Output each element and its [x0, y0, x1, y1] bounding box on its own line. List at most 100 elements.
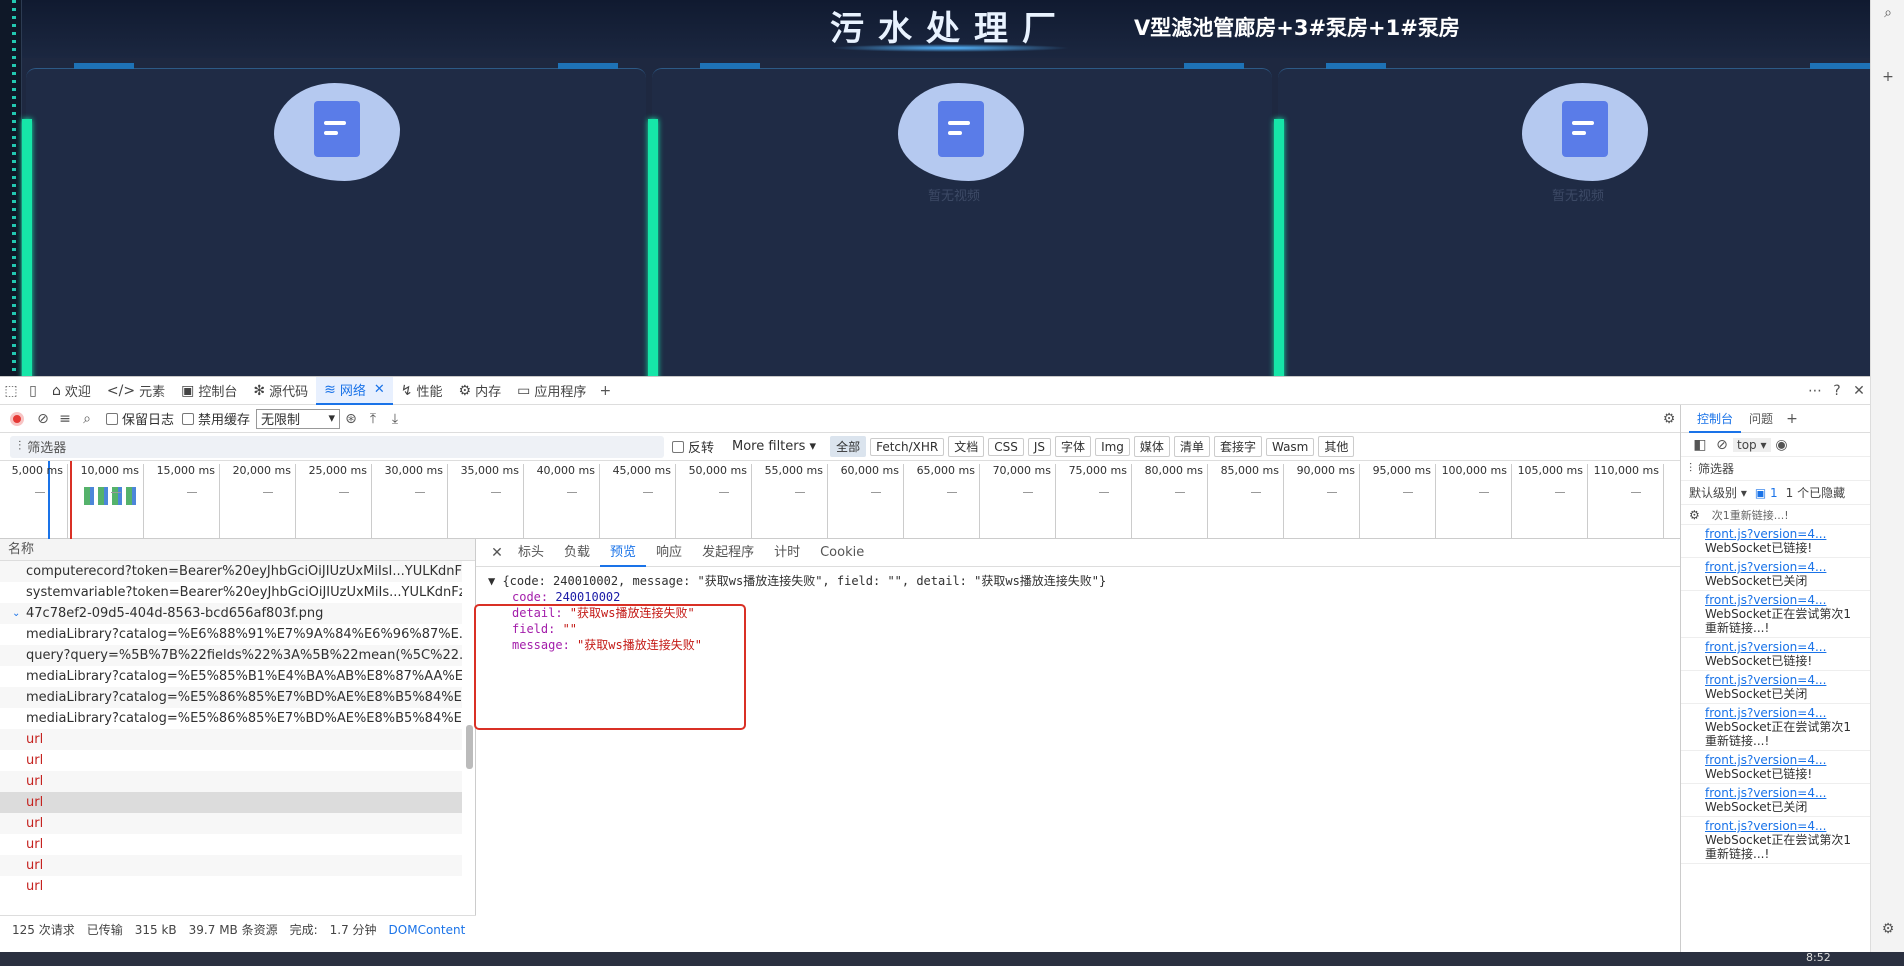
json-summary[interactable]: ▼ {code: 240010002, message: "获取ws播放连接失败… [488, 573, 1668, 589]
filter-type-other[interactable]: 其他 [1318, 436, 1355, 457]
add-icon[interactable]: + [1781, 408, 1803, 430]
add-tab-icon[interactable]: + [594, 380, 616, 402]
request-row[interactable]: url [0, 834, 462, 855]
close-icon[interactable]: ✕ [374, 382, 385, 397]
tab-preview[interactable]: 预览 [600, 539, 647, 567]
chevron-down-icon: ▾ [328, 411, 336, 426]
tab-console-drawer[interactable]: 控制台 [1689, 405, 1742, 433]
export-icon[interactable]: ⤓ [384, 408, 406, 430]
tab-headers[interactable]: 标头 [508, 539, 554, 567]
tab-network[interactable]: ≋ 网络 ✕ [316, 376, 393, 405]
context-select[interactable]: top ▾ [1733, 437, 1771, 452]
expand-arrow-icon[interactable]: ▼ [488, 574, 502, 588]
close-devtools-icon[interactable]: ✕ [1848, 380, 1870, 402]
network-timeline[interactable]: 5,000 ms 10,000 ms 15,000 ms 20,000 ms 25,00… [0, 461, 1680, 539]
request-row[interactable]: url [0, 813, 462, 834]
tab-performance[interactable]: ↯ 性能 [393, 377, 451, 405]
timeline-tick: 85,000 ms [1208, 464, 1284, 538]
request-row[interactable]: url [0, 855, 462, 876]
throttle-select[interactable]: 无限制 ▾ [256, 408, 341, 429]
source-link[interactable]: front.js?version=4... [1705, 706, 1862, 720]
filter-type-fetch[interactable]: Fetch/XHR [870, 437, 945, 456]
search-icon[interactable]: ⌕ [76, 408, 98, 430]
source-link[interactable]: front.js?version=4... [1705, 786, 1862, 800]
source-link[interactable]: front.js?version=4... [1705, 527, 1862, 541]
network-settings-icon[interactable]: ⚙ [1658, 408, 1680, 430]
request-row[interactable]: mediaLibrary?catalog=%E6%88%91%E7%9A%84%… [0, 624, 462, 645]
filter-type-media[interactable]: 媒体 [1133, 436, 1170, 457]
console-filter[interactable]: ⫶ 筛选器 [1681, 457, 1870, 481]
search-icon[interactable]: ⌕ [1877, 2, 1899, 24]
os-taskbar: 8:52 [0, 951, 1904, 966]
request-row[interactable]: url [0, 771, 462, 792]
log-level-select[interactable]: 默认级别 ▾ [1689, 484, 1747, 501]
tab-issues[interactable]: 问题 [1741, 405, 1781, 433]
filter-type-font[interactable]: 字体 [1055, 436, 1092, 457]
issues-badge[interactable]: ▣ 1 [1755, 486, 1778, 500]
source-link[interactable]: front.js?version=4... [1705, 593, 1862, 607]
settings-icon[interactable]: ⚙ [1689, 508, 1700, 522]
filter-type-doc[interactable]: 文档 [948, 436, 985, 457]
help-icon[interactable]: ? [1826, 380, 1848, 402]
filter-type-wasm[interactable]: Wasm [1265, 437, 1315, 456]
more-filters-button[interactable]: More filters ▾ [732, 439, 816, 454]
sidebar-icon[interactable]: ◧ [1689, 434, 1711, 456]
request-row[interactable]: url [0, 792, 462, 813]
clear-console-icon[interactable]: ⊘ [1711, 434, 1733, 456]
request-row[interactable]: computerecord?token=Bearer%20eyJhbGciOiJ… [0, 561, 462, 582]
tab-payload[interactable]: 负载 [554, 539, 600, 567]
source-link[interactable]: front.js?version=4... [1705, 673, 1862, 687]
request-row[interactable]: url [0, 729, 462, 750]
request-row[interactable]: url [0, 876, 462, 897]
import-icon[interactable]: ⤒ [362, 408, 384, 430]
column-header-name[interactable]: 名称 [0, 539, 475, 561]
more-icon[interactable]: ⋯ [1804, 380, 1826, 402]
console-message: front.js?version=4... WebSocket已链接! [1681, 751, 1870, 784]
expand-arrow-icon[interactable]: ⌄ [12, 603, 20, 624]
filter-type-manifest[interactable]: 清单 [1173, 436, 1210, 457]
clear-icon[interactable]: ⊘ [32, 408, 54, 430]
request-row[interactable]: query?query=%5B%7B%22fields%22%3A%5B%22m… [0, 645, 462, 666]
inspect-icon[interactable]: ⬚ [0, 380, 22, 402]
record-icon[interactable] [10, 411, 24, 426]
browser-sidebar: ⌕ + ⚙ [1870, 0, 1904, 952]
tab-elements[interactable]: </> 元素 [99, 377, 173, 405]
tab-sources[interactable]: ✻ 源代码 [245, 377, 316, 405]
request-row[interactable]: mediaLibrary?catalog=%E5%86%85%E7%BD%AE%… [0, 687, 462, 708]
request-row[interactable]: mediaLibrary?catalog=%E5%85%B1%E4%BA%AB%… [0, 666, 462, 687]
tab-cookie[interactable]: Cookie [810, 539, 874, 567]
filter-type-all[interactable]: 全部 [830, 436, 867, 457]
source-link[interactable]: front.js?version=4... [1705, 560, 1862, 574]
source-link[interactable]: front.js?version=4... [1705, 753, 1862, 767]
scrollbar[interactable] [466, 725, 473, 769]
filter-type-js[interactable]: JS [1027, 437, 1052, 456]
filter-type-css[interactable]: CSS [988, 437, 1024, 456]
source-link[interactable]: front.js?version=4... [1705, 819, 1862, 833]
request-row[interactable]: ⌄ 47c78ef2-09d5-404d-8563-bcd656af803f.pn… [0, 603, 462, 624]
invert-checkbox[interactable] [672, 440, 684, 453]
filter-type-img[interactable]: Img [1095, 437, 1130, 456]
tab-welcome[interactable]: ⌂ 欢迎 [44, 377, 99, 405]
request-row[interactable]: mediaLibrary?catalog=%E5%86%85%E7%BD%AE%… [0, 708, 462, 729]
tab-console[interactable]: ▣ 控制台 [173, 377, 245, 405]
preserve-log-checkbox[interactable] [106, 412, 118, 425]
request-row[interactable]: url [0, 750, 462, 771]
tab-memory[interactable]: ⚙ 内存 [451, 377, 510, 405]
device-toggle-icon[interactable]: ▯ [22, 380, 44, 402]
tab-application[interactable]: ▭ 应用程序 [509, 377, 594, 405]
filter-type-socket[interactable]: 套接字 [1213, 436, 1262, 457]
network-conditions-icon[interactable]: ⊛ [340, 408, 362, 430]
tab-timing[interactable]: 计时 [764, 539, 810, 567]
filter-toggle-icon[interactable]: ≡ [54, 408, 76, 430]
settings-icon[interactable]: ⚙ [1877, 918, 1899, 940]
disable-cache-checkbox[interactable] [182, 412, 195, 425]
source-link[interactable]: front.js?version=4... [1705, 640, 1862, 654]
tab-initiator[interactable]: 发起程序 [692, 539, 764, 567]
eye-icon[interactable]: ◉ [1771, 434, 1793, 456]
add-icon[interactable]: + [1877, 66, 1899, 88]
console-message: front.js?version=4... WebSocket正在尝试第次1重新链… [1681, 817, 1870, 864]
tab-response[interactable]: 响应 [646, 539, 692, 567]
request-row[interactable]: systemvariable?token=Bearer%20eyJhbGciOi… [0, 582, 462, 603]
filter-input[interactable]: ⫶ 筛选器 [10, 435, 664, 458]
close-icon[interactable]: ✕ [486, 542, 508, 564]
